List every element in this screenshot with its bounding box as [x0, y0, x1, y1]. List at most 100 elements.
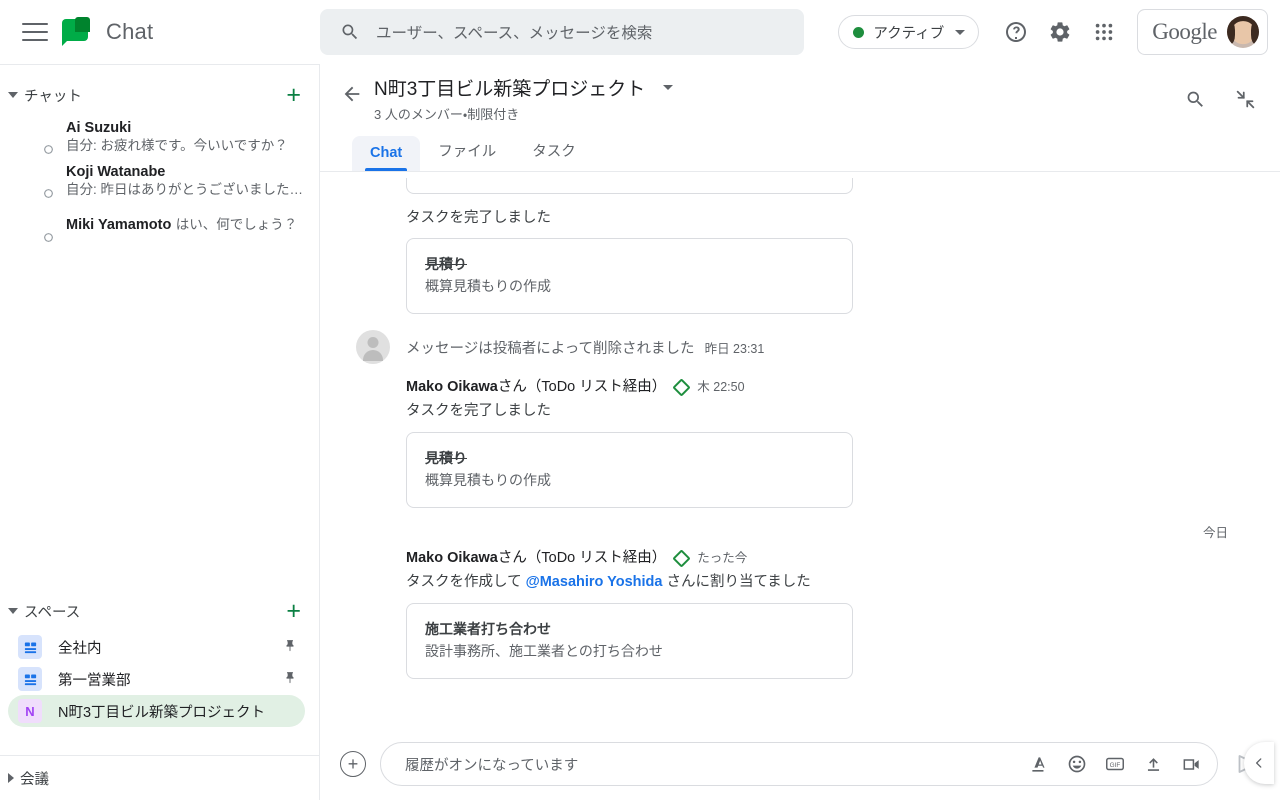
apps-grid-icon [1096, 23, 1113, 41]
gear-icon [1050, 22, 1070, 42]
gif-button[interactable]: GIF [1099, 748, 1131, 780]
deleted-message-text: メッセージは投稿者によって削除されました [406, 340, 695, 357]
message-author: Mako Oikawaさん（ToDo リスト経由） [406, 379, 667, 395]
message-composer: + 履歴がオンになっています GIF [320, 734, 1280, 800]
sidebar-chat-ai-suzuki[interactable]: Ai Suzuki 自分: お疲れ様です。今いいですか？ [0, 115, 319, 159]
task-card[interactable]: 見積り 概算見積もりの作成 [406, 432, 853, 508]
status-selector[interactable]: アクティブ [838, 15, 980, 49]
sidebar-space-n-project[interactable]: N N町3丁目ビル新築プロジェクト [8, 695, 305, 727]
back-button[interactable] [334, 76, 370, 112]
google-account-button[interactable]: Google [1137, 9, 1268, 55]
plus-circle-icon[interactable]: + [340, 751, 366, 777]
conversation-header: N町3丁目ビル新築プロジェクト 3 人のメンバー・制限付き Chat ファイル … [320, 64, 1280, 171]
presence-indicator-icon [43, 188, 54, 199]
mention-link[interactable]: @Masahiro Yoshida [526, 574, 663, 590]
help-button[interactable] [995, 11, 1037, 53]
chat-name: Koji Watanabe [66, 164, 166, 180]
chevron-left-icon [1256, 758, 1262, 768]
task-card[interactable]: 見積り 概算見積もりの作成 [406, 238, 853, 314]
search-placeholder: ユーザー、スペース、メッセージを検索 [376, 25, 653, 42]
sidebar: チャット + Ai Suzuki 自分: お疲れ様です。今いいですか？ Koji… [0, 64, 320, 800]
task-card-title: 見積り [425, 450, 467, 466]
chat-snippet: 自分: 昨日はありがとうございました… [66, 182, 304, 197]
video-meeting-button[interactable] [1175, 748, 1207, 780]
sidebar-spaces-section-title: スペース [24, 604, 81, 621]
conversation-subtitle: 3 人のメンバー・制限付き [374, 107, 520, 122]
top-bar-right: アクティブ Google [838, 9, 1280, 55]
google-wordmark: Google [1152, 19, 1217, 44]
conversation-title: N町3丁目ビル新築プロジェクト [374, 79, 646, 100]
search-area: ユーザー、スペース、メッセージを検索 [320, 9, 838, 55]
status-dot-icon [853, 26, 865, 38]
task-card-partial[interactable] [406, 178, 853, 194]
avatar [356, 549, 390, 583]
status-label: アクティブ [873, 25, 945, 42]
hamburger-menu-icon[interactable] [22, 23, 48, 41]
sidebar-space-zenshanai[interactable]: 全社内 [18, 631, 305, 663]
search-icon [1187, 91, 1203, 107]
chat-snippet: はい、何でしょう？ [175, 217, 298, 232]
chevron-right-icon[interactable] [8, 773, 14, 783]
text-format-icon [1031, 756, 1045, 772]
gif-icon: GIF [1106, 757, 1124, 771]
upload-icon [1147, 757, 1159, 771]
collapse-conversation-button[interactable] [1224, 78, 1266, 120]
new-space-button[interactable]: + [286, 598, 301, 624]
group-icon [18, 635, 42, 659]
sidebar-chat-miki-yamamoto[interactable]: Miki Yamamoto はい、何でしょう？ [0, 203, 319, 247]
sidebar-chat-section-header[interactable]: チャット + [0, 75, 319, 115]
task-card-subtitle: 概算見積もりの作成 [425, 472, 551, 488]
text-format-button[interactable] [1023, 748, 1055, 780]
avatar [18, 164, 54, 199]
pin-icon [283, 639, 297, 656]
tab-files[interactable]: ファイル [420, 131, 514, 171]
apps-button[interactable] [1083, 11, 1125, 53]
chat-name: Ai Suzuki [66, 120, 132, 136]
presence-indicator-icon [43, 232, 54, 243]
message-text: タスクを完了しました [406, 210, 551, 226]
message-row: Mako Oikawaさん（ToDo リスト経由） たった今 タスクを作成して … [344, 541, 1256, 593]
settings-button[interactable] [1039, 11, 1081, 53]
new-chat-button[interactable]: + [286, 82, 301, 108]
search-icon [342, 24, 358, 40]
upload-button[interactable] [1137, 748, 1169, 780]
message-timestamp: たった今 [697, 551, 748, 565]
pin-icon [283, 671, 297, 688]
search-input[interactable]: ユーザー、スペース、メッセージを検索 [320, 9, 804, 55]
svg-text:GIF: GIF [1110, 762, 1121, 769]
sidebar-meet-section-header[interactable]: 会議 [0, 756, 319, 800]
message-author: Mako Oikawaさん（ToDo リスト経由） [406, 550, 667, 566]
chevron-down-icon[interactable] [663, 85, 674, 90]
sidebar-chat-section-title: チャット [24, 88, 82, 105]
chevron-down-icon[interactable] [8, 608, 18, 614]
sidebar-spaces-section-header[interactable]: スペース + [0, 591, 319, 631]
chat-logo-icon [62, 17, 92, 47]
app-name: Chat [106, 19, 154, 44]
deleted-message-row: メッセージは投稿者によって削除されました 昨日 23:31 [344, 314, 1256, 364]
chevron-down-icon [955, 29, 966, 35]
avatar[interactable] [1227, 16, 1259, 48]
emoji-button[interactable] [1061, 748, 1093, 780]
space-name: 全社内 [58, 640, 102, 657]
task-card[interactable]: 施工業者打ち合わせ 設計事務所、施工業者との打ち合わせ [406, 603, 853, 679]
ghost-avatar [356, 330, 390, 364]
avatar [18, 208, 54, 243]
tasks-diamond-icon [672, 549, 691, 568]
conversation-search-button[interactable] [1174, 78, 1216, 120]
main-panel: N町3丁目ビル新築プロジェクト 3 人のメンバー・制限付き Chat ファイル … [320, 64, 1280, 800]
chat-name: Miki Yamamoto [66, 217, 172, 233]
top-bar-left: Chat [0, 17, 320, 47]
avatar [18, 120, 54, 155]
message-input[interactable]: 履歴がオンになっています GIF [380, 742, 1218, 786]
chevron-down-icon[interactable] [8, 92, 18, 98]
message-list[interactable]: タスクを完了しました 見積り 概算見積もりの作成 メッセージは投稿者によって削除… [320, 172, 1280, 734]
sidebar-chat-koji-watanabe[interactable]: Koji Watanabe 自分: 昨日はありがとうございました… [0, 159, 319, 203]
tab-tasks[interactable]: タスク [514, 131, 594, 171]
task-card-subtitle: 概算見積もりの作成 [425, 278, 551, 294]
chat-app: Chat ユーザー、スペース、メッセージを検索 アクティブ Google チャッ… [0, 0, 1280, 800]
avatar [356, 378, 390, 412]
tab-chat[interactable]: Chat [352, 136, 421, 171]
sidebar-space-daiichi-eigyobu[interactable]: 第一営業部 [18, 663, 305, 695]
presence-indicator-icon [43, 144, 54, 155]
